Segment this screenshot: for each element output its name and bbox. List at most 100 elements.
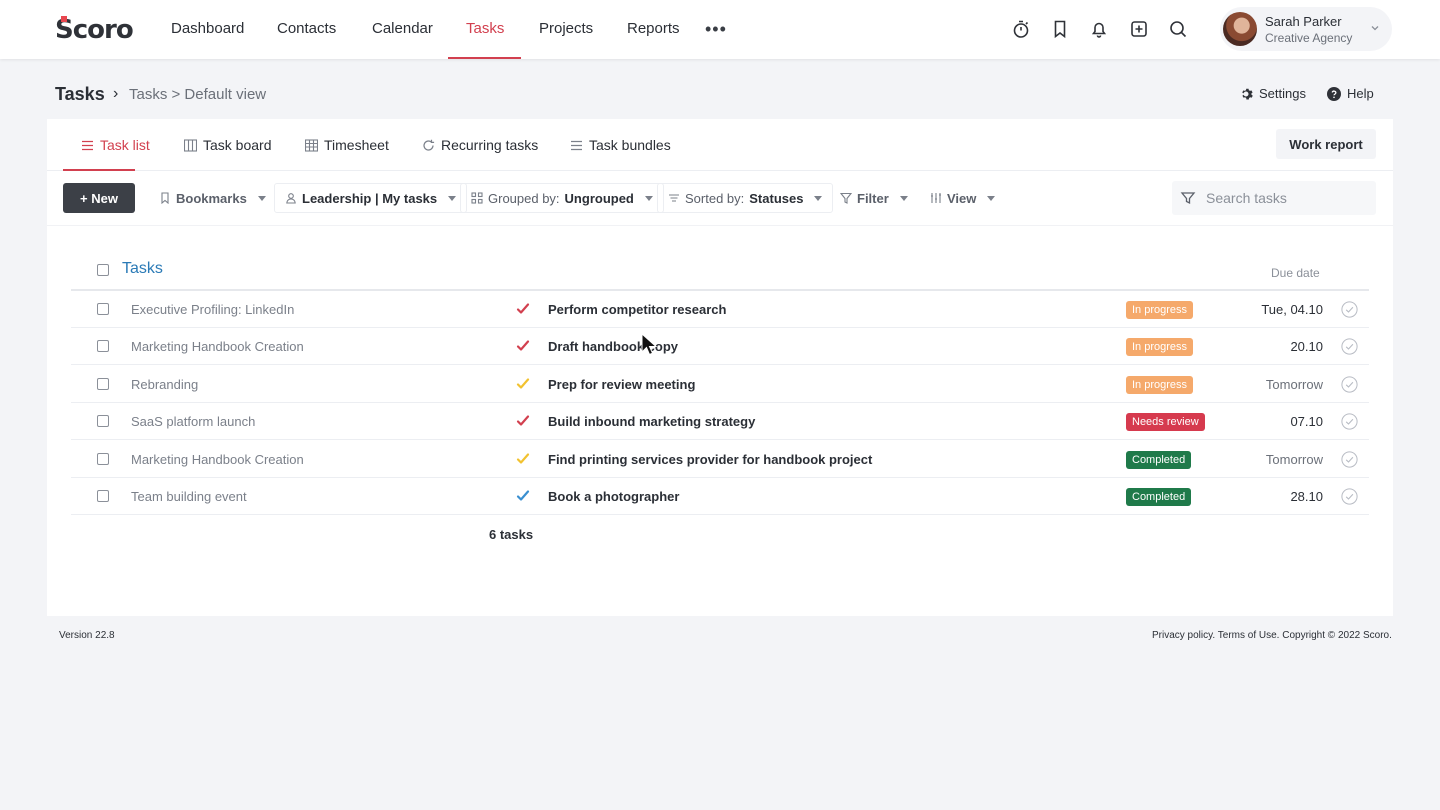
- filter-preset-dropdown[interactable]: Leadership | My tasks: [274, 183, 468, 213]
- table-row[interactable]: Team building event Book a photographer Co…: [71, 478, 1369, 515]
- settings-link[interactable]: Settings: [1239, 86, 1306, 101]
- status-badge[interactable]: In progress: [1126, 375, 1194, 394]
- settings-label: Settings: [1259, 86, 1306, 101]
- view-dropdown[interactable]: View: [920, 183, 1005, 213]
- filter-icon: [840, 192, 852, 204]
- nav-dashboard[interactable]: Dashboard: [171, 0, 244, 59]
- scoro-logo[interactable]: Scoro: [55, 16, 134, 44]
- task-name[interactable]: Find printing services provider for hand…: [548, 452, 872, 467]
- tab-recurring-tasks[interactable]: Recurring tasks: [422, 119, 538, 171]
- add-icon[interactable]: [1128, 18, 1150, 40]
- new-task-button[interactable]: + New: [63, 183, 135, 213]
- row-checkbox[interactable]: [97, 340, 109, 353]
- nav-reports[interactable]: Reports: [627, 0, 680, 59]
- legal-links[interactable]: Privacy policy. Terms of Use. Copyright …: [1152, 630, 1392, 641]
- task-project[interactable]: Executive Profiling: LinkedIn: [131, 302, 294, 317]
- bundle-icon: [571, 140, 582, 150]
- list-icon: [82, 140, 93, 150]
- caret-down-icon: [644, 195, 653, 201]
- tab-timesheet[interactable]: Timesheet: [305, 119, 389, 171]
- priority-check-icon: [516, 415, 530, 426]
- complete-task-icon[interactable]: [1341, 376, 1358, 393]
- priority-check-icon: [516, 340, 530, 351]
- complete-task-icon[interactable]: [1341, 413, 1358, 430]
- task-name[interactable]: Prep for review meeting: [548, 377, 695, 392]
- table-row[interactable]: Executive Profiling: LinkedIn Perform com…: [71, 291, 1369, 328]
- group-by-value: Ungrouped: [564, 190, 634, 206]
- status-badge[interactable]: Needs review: [1126, 413, 1205, 432]
- nav-contacts[interactable]: Contacts: [277, 0, 336, 59]
- priority-check-icon: [516, 452, 530, 464]
- table-row[interactable]: SaaS platform launch Build inbound market…: [71, 403, 1369, 441]
- due-date: 07.10: [1290, 414, 1323, 430]
- caret-down-icon: [257, 195, 266, 201]
- due-date: Tomorrow: [1265, 451, 1323, 467]
- status-badge[interactable]: Completed: [1126, 450, 1192, 469]
- user-menu[interactable]: Sarah Parker Creative Agency: [1220, 7, 1392, 51]
- filter-preset-label: Leadership | My tasks: [302, 190, 438, 206]
- row-checkbox[interactable]: [97, 377, 109, 390]
- task-name[interactable]: Book a photographer: [548, 489, 679, 504]
- row-checkbox[interactable]: [97, 490, 109, 502]
- table-row[interactable]: Marketing Handbook Creation Draft handboo…: [71, 328, 1369, 366]
- task-name[interactable]: Perform competitor research: [548, 302, 726, 317]
- status-badge[interactable]: In progress: [1126, 301, 1194, 319]
- status-badge[interactable]: Completed: [1126, 488, 1192, 506]
- gear-icon: [1242, 88, 1253, 99]
- complete-task-icon[interactable]: [1341, 338, 1358, 355]
- task-project[interactable]: SaaS platform launch: [131, 414, 255, 429]
- priority-check-icon: [516, 303, 530, 314]
- status-badge[interactable]: In progress: [1126, 338, 1194, 357]
- bookmarks-dropdown[interactable]: Bookmarks: [149, 183, 276, 213]
- bookmark-icon[interactable]: [1049, 18, 1071, 40]
- caret-down-icon: [987, 195, 996, 201]
- table-row[interactable]: Rebranding Prep for review meeting In prog…: [71, 366, 1369, 403]
- nav-tasks[interactable]: Tasks: [466, 0, 504, 59]
- page-title[interactable]: Tasks: [55, 84, 105, 105]
- select-all-checkbox[interactable]: [97, 264, 109, 276]
- help-link[interactable]: Help: [1327, 86, 1374, 101]
- help-icon: [1327, 86, 1341, 101]
- due-date: Tue, 04.10: [1261, 302, 1323, 317]
- task-project[interactable]: Marketing Handbook Creation: [131, 452, 304, 467]
- more-menu-icon[interactable]: •••: [705, 20, 727, 38]
- task-project[interactable]: Rebranding: [131, 377, 198, 392]
- bell-icon[interactable]: [1088, 18, 1110, 40]
- timer-icon[interactable]: [1010, 18, 1032, 40]
- due-date-header[interactable]: Due date: [1271, 266, 1320, 280]
- filter-label: Filter: [857, 190, 889, 206]
- breadcrumb-view[interactable]: Tasks > Default view: [129, 86, 266, 103]
- group-by-dropdown[interactable]: Grouped by: Ungrouped: [460, 183, 664, 213]
- complete-task-icon[interactable]: [1341, 301, 1358, 318]
- row-checkbox[interactable]: [97, 452, 109, 465]
- user-icon: [286, 193, 296, 204]
- row-checkbox[interactable]: [97, 303, 109, 315]
- search-input[interactable]: [1206, 181, 1374, 215]
- tab-task-list[interactable]: Task list: [81, 119, 150, 171]
- task-toolbar: + New Bookmarks Leadership | My tasks Gr…: [47, 171, 1393, 226]
- tab-task-bundles[interactable]: Task bundles: [570, 119, 671, 171]
- work-report-button[interactable]: Work report: [1276, 129, 1376, 159]
- version-label: Version 22.8: [59, 630, 115, 641]
- tab-label: Recurring tasks: [441, 137, 539, 153]
- row-checkbox[interactable]: [97, 415, 109, 428]
- due-date: 28.10: [1290, 489, 1323, 504]
- nav-projects[interactable]: Projects: [539, 0, 593, 59]
- complete-task-icon[interactable]: [1341, 450, 1358, 468]
- nav-calendar[interactable]: Calendar: [372, 0, 433, 59]
- complete-task-icon[interactable]: [1341, 488, 1358, 505]
- table-row[interactable]: Marketing Handbook Creation Find printing…: [71, 441, 1369, 478]
- board-icon: [184, 138, 197, 152]
- search-icon[interactable]: [1167, 18, 1189, 40]
- task-name[interactable]: Draft handbook copy: [548, 339, 678, 354]
- task-project[interactable]: Team building event: [131, 489, 247, 504]
- task-name[interactable]: Build inbound marketing strategy: [548, 414, 755, 429]
- filter-icon[interactable]: [1180, 190, 1196, 206]
- sort-by-dropdown[interactable]: Sorted by: Statuses: [657, 183, 834, 213]
- task-project[interactable]: Marketing Handbook Creation: [131, 339, 304, 354]
- task-count: 6 tasks: [489, 527, 534, 542]
- timesheet-icon: [305, 138, 318, 152]
- tab-task-board[interactable]: Task board: [184, 119, 271, 171]
- table-title[interactable]: Tasks: [122, 260, 163, 278]
- filter-dropdown[interactable]: Filter: [830, 183, 918, 213]
